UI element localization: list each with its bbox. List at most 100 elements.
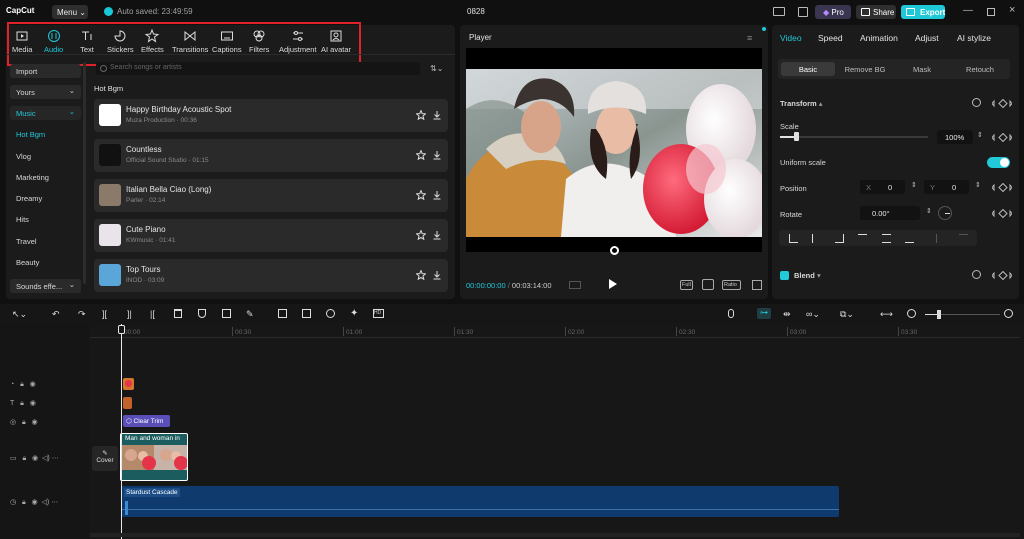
- y-stepper-icon[interactable]: ⇕: [975, 181, 981, 189]
- lock-icon[interactable]: 🔒︎: [22, 455, 26, 462]
- sidebar-item-vlog[interactable]: Vlog: [10, 149, 81, 163]
- track-card[interactable]: Cute Piano KWmusic · 01:41: [94, 219, 448, 252]
- align-top-icon[interactable]: [858, 234, 867, 243]
- tab-adjust[interactable]: Adjust: [915, 33, 939, 43]
- position-y-input[interactable]: Y0: [924, 180, 969, 194]
- scale-input[interactable]: 100%: [937, 130, 973, 144]
- subtab-basic[interactable]: Basic: [781, 62, 835, 76]
- lock-icon[interactable]: 🔒︎: [22, 419, 26, 426]
- freeze-icon[interactable]: [278, 309, 287, 318]
- sidebar-item-beauty[interactable]: Beauty: [10, 255, 81, 269]
- download-icon[interactable]: [432, 190, 442, 200]
- keyframe-nav-icon[interactable]: [992, 99, 1012, 108]
- align-center-h-icon[interactable]: [812, 234, 821, 243]
- download-icon[interactable]: [432, 150, 442, 160]
- speaker-icon[interactable]: ◁): [42, 455, 50, 462]
- rotate-keyframe-icon[interactable]: [992, 209, 1012, 218]
- shortcuts-icon[interactable]: [798, 7, 808, 17]
- more-icon[interactable]: ⋯: [52, 455, 59, 462]
- search-input[interactable]: Search songs or artists: [96, 62, 420, 75]
- rotate-dial-icon[interactable]: [938, 206, 952, 220]
- microphone-icon[interactable]: [728, 309, 734, 318]
- cover-button[interactable]: ✎ Cover: [92, 446, 118, 471]
- subtab-remove-bg[interactable]: Remove BG: [837, 62, 893, 76]
- mirror-icon[interactable]: [302, 309, 311, 318]
- track-card[interactable]: Italian Bella Ciao (Long) Parler · 02:14: [94, 179, 448, 212]
- sidebar-item-hits[interactable]: Hits: [10, 212, 81, 226]
- split-right-icon[interactable]: |[: [150, 309, 155, 319]
- blend-title[interactable]: Blend ▾: [794, 271, 821, 280]
- layout-icon[interactable]: [773, 7, 785, 16]
- timeline-scrollbar[interactable]: [90, 533, 1020, 537]
- eye-icon[interactable]: ◉: [32, 499, 38, 506]
- preview-axis-icon[interactable]: ⧉⌄: [840, 309, 854, 320]
- crop-icon[interactable]: [222, 309, 231, 318]
- project-title[interactable]: 0828: [467, 7, 485, 16]
- more-icon[interactable]: ⋯: [51, 499, 58, 506]
- rotate-stepper-icon[interactable]: ⇕: [926, 207, 932, 215]
- favorite-star-icon[interactable]: [416, 190, 426, 200]
- auto-snap-icon[interactable]: ⇹: [783, 309, 791, 320]
- distribute-h-icon[interactable]: [936, 234, 945, 243]
- main-track-magnet-icon[interactable]: ⊶: [757, 308, 771, 319]
- scale-slider-thumb[interactable]: [794, 132, 799, 141]
- fullscreen-icon[interactable]: [752, 280, 762, 290]
- track-card[interactable]: Top Tours INOD · 03:09: [94, 259, 448, 292]
- sidebar-item-sounds-effe[interactable]: Sounds effe... ⌄: [10, 279, 81, 293]
- sidebar-scrollbar[interactable]: [83, 62, 86, 284]
- rotate-input[interactable]: 0.00°: [860, 206, 920, 220]
- zoom-out-icon[interactable]: [907, 309, 916, 318]
- filter-icon[interactable]: ⇅⌄: [430, 64, 443, 73]
- tab-video[interactable]: Video: [780, 33, 802, 43]
- playhead[interactable]: [121, 324, 122, 539]
- position-keyframe-icon[interactable]: [992, 183, 1012, 192]
- video-frame[interactable]: [466, 69, 762, 237]
- blend-reset-icon[interactable]: [972, 270, 981, 279]
- align-middle-icon[interactable]: [882, 234, 891, 243]
- video-clip[interactable]: Man and woman in: [120, 433, 188, 481]
- maximize-icon[interactable]: [987, 8, 995, 16]
- sidebar-item-travel[interactable]: Travel: [10, 234, 81, 248]
- sidebar-item-hot-bgm[interactable]: Hot Bgm: [10, 127, 81, 141]
- split-icon[interactable]: ][: [102, 309, 107, 319]
- favorite-star-icon[interactable]: [416, 150, 426, 160]
- text-clip[interactable]: [123, 397, 132, 409]
- zoom-slider-thumb[interactable]: [937, 310, 941, 319]
- pro-button[interactable]: ◆ Pro: [815, 5, 851, 19]
- undo-icon[interactable]: ↶: [52, 309, 60, 320]
- transform-title[interactable]: Transform ▴: [780, 99, 823, 108]
- lock-icon[interactable]: 🔒︎: [22, 499, 26, 506]
- eye-icon[interactable]: ◉: [32, 455, 38, 462]
- eye-icon[interactable]: ◉: [30, 381, 36, 388]
- hd-icon[interactable]: HD: [373, 309, 384, 318]
- scale-keyframe-icon[interactable]: [992, 133, 1012, 142]
- ratio-button[interactable]: Ratio: [722, 280, 741, 290]
- subtab-mask[interactable]: Mask: [894, 62, 950, 76]
- link-icon[interactable]: ∞⌄: [806, 309, 820, 320]
- distribute-v-icon[interactable]: [959, 234, 968, 243]
- delete-icon[interactable]: [174, 309, 182, 318]
- sidebar-item-music[interactable]: Music ⌄: [10, 106, 81, 120]
- blend-keyframe-icon[interactable]: [992, 271, 1012, 280]
- x-stepper-icon[interactable]: ⇕: [911, 181, 917, 189]
- track-card[interactable]: Happy Birthday Acoustic Spot Muza Product…: [94, 99, 448, 132]
- scale-stepper-icon[interactable]: ⇕: [977, 131, 983, 139]
- fit-icon[interactable]: [702, 279, 714, 290]
- subtab-retouch[interactable]: Retouch: [952, 62, 1008, 76]
- tab-animation[interactable]: Animation: [860, 33, 898, 43]
- zoom-in-icon[interactable]: [1004, 309, 1013, 318]
- select-tool-icon[interactable]: ↖⌄: [12, 309, 27, 320]
- speaker-icon[interactable]: ◁): [42, 499, 50, 506]
- download-icon[interactable]: [432, 110, 442, 120]
- scale-slider-track[interactable]: [780, 136, 928, 138]
- align-right-icon[interactable]: [835, 234, 844, 243]
- close-icon[interactable]: ×: [1009, 4, 1015, 16]
- uniform-scale-toggle[interactable]: [987, 157, 1010, 168]
- download-icon[interactable]: [432, 270, 442, 280]
- remove-bg-icon[interactable]: [326, 309, 335, 318]
- favorite-star-icon[interactable]: [416, 270, 426, 280]
- auto-reframe-icon[interactable]: ✎: [246, 309, 254, 320]
- redo-icon[interactable]: ↷: [78, 309, 86, 320]
- align-left-icon[interactable]: [789, 234, 798, 243]
- position-x-input[interactable]: X0: [860, 180, 905, 194]
